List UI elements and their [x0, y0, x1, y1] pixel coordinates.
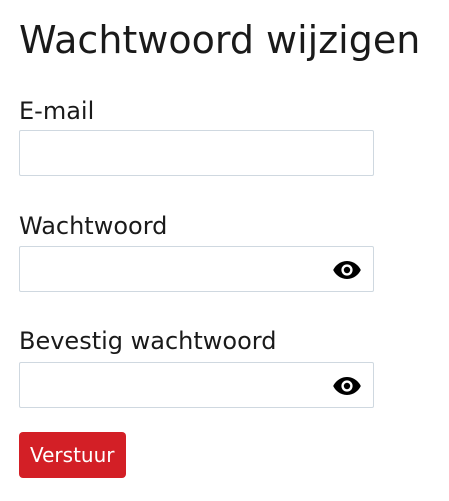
eye-icon[interactable] — [332, 375, 362, 397]
confirm-password-field[interactable] — [20, 363, 373, 407]
password-label: Wachtwoord — [19, 212, 168, 240]
email-label: E-mail — [19, 97, 95, 125]
confirm-password-field-wrapper — [19, 362, 374, 408]
eye-icon[interactable] — [332, 259, 362, 281]
confirm-password-label: Bevestig wachtwoord — [19, 327, 277, 355]
page-title: Wachtwoord wijzigen — [19, 18, 421, 62]
password-field[interactable] — [20, 247, 373, 291]
submit-button[interactable]: Verstuur — [19, 432, 126, 478]
password-field-wrapper — [19, 246, 374, 292]
email-field-wrapper — [19, 130, 374, 176]
email-field[interactable] — [20, 131, 373, 175]
